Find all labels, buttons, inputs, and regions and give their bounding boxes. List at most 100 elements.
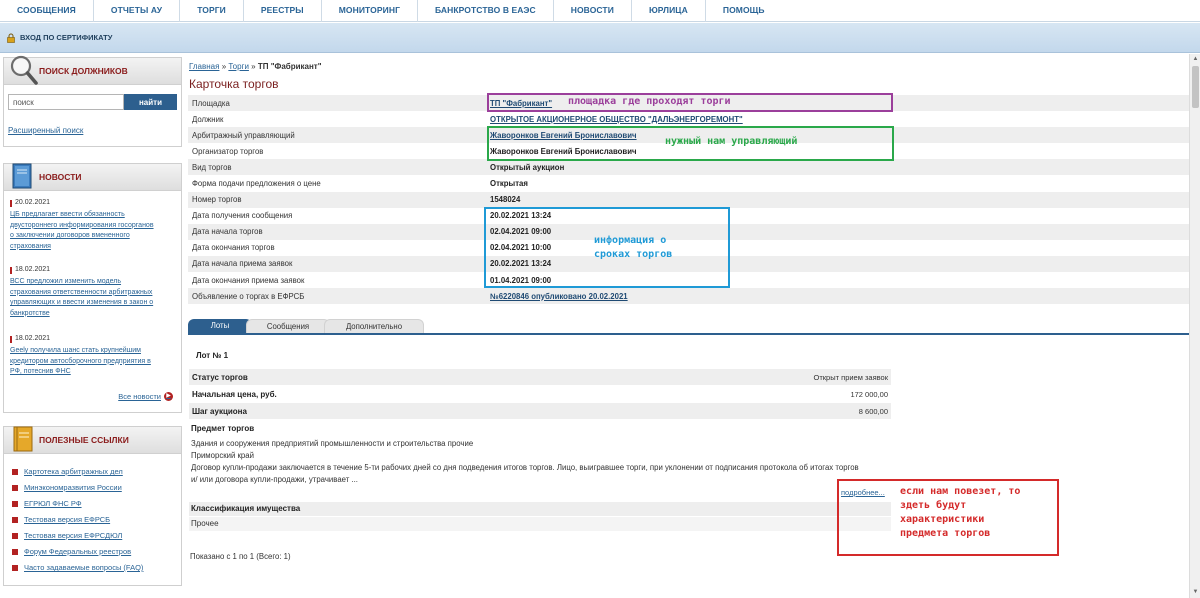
news-link[interactable]: ЦБ предлагает ввести обязанность двустор… — [10, 210, 175, 252]
link-test-efrsb[interactable]: Тестовая версия ЕФРСБ — [12, 515, 110, 524]
efrsb-announcement-link[interactable]: №6220846 опубликовано 20.02.2021 — [490, 292, 628, 301]
annotation-line: площадка где проходят торги — [568, 96, 731, 107]
breadcrumb-home[interactable]: Главная — [189, 62, 219, 71]
annotation-text-subject: если нам повезет, то здеть будут характе… — [900, 485, 1020, 541]
link-label: Минэкономразвития России — [24, 483, 122, 492]
news-date: 20.02.2021 — [10, 199, 175, 207]
row-key: Номер торгов — [192, 195, 242, 205]
subject-line: Здания и сооружения предприятий промышле… — [191, 439, 474, 448]
nav-help[interactable]: ПОМОЩЬ — [706, 0, 782, 22]
link-label: ЕГРЮЛ ФНС РФ — [24, 499, 82, 508]
nav-news[interactable]: НОВОСТИ — [554, 0, 632, 22]
row-key: Дата получения сообщения — [192, 211, 293, 221]
table-row: Объявление о торгах в ЕФРСБ №6220846 опуб… — [188, 288, 1190, 305]
debtor-search-input[interactable] — [8, 94, 124, 110]
news-text-line: Geely получила шанс стать крупнейшим — [10, 347, 141, 354]
breadcrumb-separator: » — [251, 62, 256, 71]
all-news-link[interactable]: Все новости ▶ — [118, 392, 173, 401]
nav-bankruptcy-eaeu[interactable]: БАНКРОТСТВО В ЕАЭС — [418, 0, 554, 22]
nav-trades[interactable]: ТОРГИ — [180, 0, 244, 22]
bullet-icon — [12, 564, 18, 571]
classification-value: Прочее — [189, 517, 891, 531]
search-button[interactable]: найти — [124, 94, 177, 110]
lot-value: Открыт прием заявок — [813, 372, 889, 382]
row-key: Дата окончания приема заявок — [192, 275, 305, 285]
book-icon — [12, 163, 32, 189]
news-text-line: страхования — [10, 242, 51, 250]
breadcrumb: Главная » Торги » ТП "Фабрикант" — [189, 62, 322, 71]
breadcrumb-current: ТП "Фабрикант" — [257, 62, 322, 71]
row-value: Открытый аукцион — [490, 162, 565, 172]
breadcrumb-trades[interactable]: Торги — [228, 62, 249, 71]
news-link[interactable]: ВСС предложил изменить модель страховани… — [10, 277, 175, 319]
news-header: НОВОСТИ — [4, 163, 181, 191]
all-news-label: Все новости — [118, 392, 161, 401]
advanced-search-link[interactable]: Расширенный поиск — [8, 126, 83, 135]
row-key: Объявление о торгах в ЕФРСБ — [192, 291, 305, 301]
bullet-icon — [12, 500, 18, 507]
news-text-line: кредитором автосборочного предприятия в — [10, 357, 151, 365]
news-text-line: страхования ответственности арбитражных — [10, 288, 153, 296]
subject-line: Договор купли-продажи заключается в тече… — [191, 463, 859, 472]
debtor-link[interactable]: ОТКРЫТОЕ АКЦИОНЕРНОЕ ОБЩЕСТВО "ДАЛЬЭНЕРГ… — [490, 115, 743, 124]
row-key: Дата начала приема заявок — [192, 259, 293, 269]
news-text-line: управляющих и ввести изменения в закон о — [10, 299, 154, 306]
table-row: Начальная цена, руб. 172 000,00 — [189, 386, 891, 402]
row-value: Открытая — [490, 179, 528, 189]
lot-value: 172 000,00 — [850, 389, 888, 399]
bullet-icon — [12, 468, 18, 475]
annotation-line: нужный нам управляющий — [665, 136, 798, 147]
bullet-icon — [12, 516, 18, 523]
debtor-search-box: ПОИСК ДОЛЖНИКОВ найти Расширенный поиск — [3, 55, 182, 147]
pager-info: Показано с 1 по 1 (Всего: 1) — [190, 552, 291, 561]
table-row: Должник ОТКРЫТОЕ АКЦИОНЕРНОЕ ОБЩЕСТВО "ДА… — [188, 111, 1190, 127]
subject-line: и/ или договора купли-продажи, утрачивае… — [191, 475, 358, 484]
search-row: найти — [8, 94, 177, 110]
row-key: Должник — [192, 114, 224, 124]
scroll-down-icon[interactable]: ▼ — [1191, 588, 1200, 597]
vertical-scrollbar[interactable]: ▲ ▼ — [1189, 54, 1200, 598]
table-row: Номер торгов 1548024 — [188, 191, 1190, 208]
news-item: 18.02.2021 ВСС предложил изменить модель… — [10, 266, 175, 319]
row-key: Вид торгов — [192, 162, 232, 172]
nav-legal-entities[interactable]: ЮРЛИЦА — [632, 0, 706, 22]
lot-value: 8 600,00 — [858, 406, 888, 416]
bullet-icon — [12, 532, 18, 539]
annotation-line: характеристики — [900, 514, 985, 525]
news-link[interactable]: Geely получила шанс стать крупнейшим кре… — [10, 346, 175, 378]
debtor-search-header: ПОИСК ДОЛЖНИКОВ — [4, 55, 181, 85]
scrollbar-thumb[interactable] — [1192, 66, 1199, 108]
tab-lots[interactable]: Лоты — [188, 319, 252, 333]
news-item: 20.02.2021 ЦБ предлагает ввести обязанно… — [10, 199, 175, 252]
bullet-icon — [12, 484, 18, 491]
table-row: Статус торгов Открыт прием заявок — [189, 369, 891, 385]
table-row: Вид торгов Открытый аукцион — [188, 159, 1190, 176]
debtor-search-title: ПОИСК ДОЛЖНИКОВ — [39, 66, 128, 76]
news-title: НОВОСТИ — [39, 172, 82, 182]
nav-monitoring[interactable]: МОНИТОРИНГ — [322, 0, 418, 22]
nav-au-reports[interactable]: ОТЧЕТЫ АУ — [94, 0, 181, 22]
tab-additional[interactable]: Дополнительно — [324, 319, 424, 333]
annotation-text-dates: информация о сроках торгов — [594, 234, 672, 262]
link-egrul[interactable]: ЕГРЮЛ ФНС РФ — [12, 499, 82, 508]
link-test-efrsdul[interactable]: Тестовая версия ЕФРСДЮЛ — [12, 531, 122, 540]
news-date: 18.02.2021 — [10, 335, 175, 343]
certificate-login-link[interactable]: ВХОД ПО СЕРТИФИКАТУ — [20, 33, 112, 42]
classification-title: Классификация имущества — [189, 502, 891, 516]
useful-links-header: ПОЛЕЗНЫЕ ССЫЛКИ — [4, 426, 181, 454]
link-forum[interactable]: Форум Федеральных реестров — [12, 547, 131, 556]
link-kad[interactable]: Картотека арбитражных дел — [12, 467, 123, 476]
tab-messages[interactable]: Сообщения — [246, 319, 330, 333]
link-faq[interactable]: Часто задаваемые вопросы (FAQ) — [12, 563, 143, 572]
annotation-line: предмета торгов — [900, 528, 991, 539]
row-key: Арбитражный управляющий — [192, 130, 295, 140]
bullet-icon — [12, 548, 18, 555]
useful-links-title: ПОЛЕЗНЫЕ ССЫЛКИ — [39, 435, 129, 445]
link-label: Тестовая версия ЕФРСБ — [24, 515, 111, 524]
link-minek[interactable]: Минэкономразвития России — [12, 483, 122, 492]
news-date: 18.02.2021 — [10, 266, 175, 274]
nav-messages[interactable]: СООБЩЕНИЯ — [0, 0, 94, 22]
nav-registries[interactable]: РЕЕСТРЫ — [244, 0, 322, 22]
link-label: Картотека арбитражных дел — [24, 467, 123, 476]
scroll-up-icon[interactable]: ▲ — [1191, 55, 1200, 64]
